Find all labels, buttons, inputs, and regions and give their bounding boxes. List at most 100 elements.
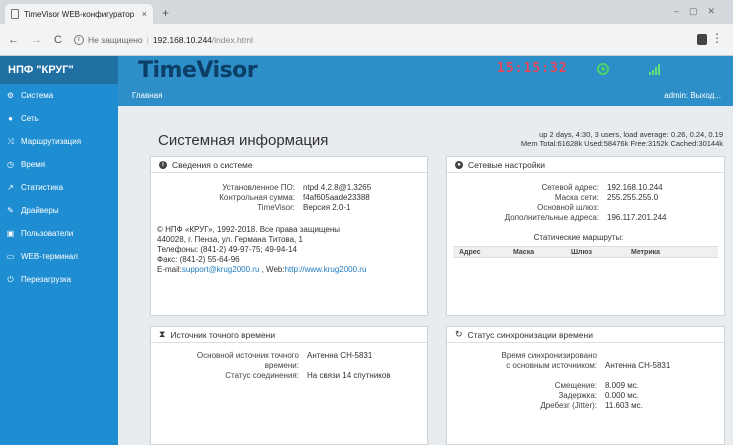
network-row: Сетевой адрес: 192.168.10.244 — [541, 183, 663, 192]
info-row: TimeVisor: Версия 2.0-1 — [257, 203, 351, 212]
sidebar-item-network[interactable]: ● Сеть — [0, 107, 118, 130]
url-field[interactable]: i Не защищено | 192.168.10.244/index.htm… — [73, 34, 254, 45]
website-link[interactable]: http://www.krug2000.ru — [285, 265, 367, 274]
panel-title: Статус синхронизации времени — [467, 329, 593, 340]
sidebar-item-time[interactable]: ◷ Время — [0, 153, 118, 176]
main-content: Системная информация up 2 days, 4:30, 3 … — [118, 106, 733, 445]
wrench-icon: ✎ — [7, 206, 14, 215]
sync-row: Дребезг (Jitter): 11.603 мс. — [540, 401, 643, 410]
chart-icon: ↗ — [7, 183, 14, 192]
sync-row: Задержка: 0.000 мс. — [558, 391, 639, 400]
address-bar: ← → C i Не защищено | 192.168.10.244/ind… — [0, 24, 733, 56]
panel-title: Сетевые настройки — [468, 159, 546, 170]
browser-tab-bar: TimeVisor WEB-конфигуратор × + –▢✕ — [0, 0, 733, 24]
routes-table-header: Адрес Маска Шлюз Метрика — [453, 246, 718, 258]
sidebar-item-label: Сеть — [21, 114, 39, 123]
sidebar-item-users[interactable]: ▣ Пользователи — [0, 222, 118, 245]
sidebar-item-system[interactable]: ⚙ Система — [0, 84, 118, 107]
column-metric: Метрика — [631, 248, 661, 256]
power-icon: ⏻ — [7, 274, 14, 284]
app-header: НПФ "КРУГ" TimeVisor 15:15:32 — [0, 56, 733, 84]
sidebar-item-label: Пользователи — [21, 229, 74, 238]
uptime-line: up 2 days, 4:30, 3 users, load average: … — [539, 130, 723, 139]
signal-strength-icon — [649, 64, 660, 75]
browser-tab[interactable]: TimeVisor WEB-конфигуратор × — [5, 4, 153, 24]
clock-icon: ◷ — [7, 160, 14, 169]
url-separator: | — [146, 34, 149, 45]
reload-button[interactable]: C — [54, 34, 62, 46]
network-row: Основной шлюз: — [537, 203, 599, 212]
refresh-icon: ↻ — [455, 329, 463, 339]
insecure-label: Не защищено — [87, 34, 143, 45]
browser-menu-button[interactable]: ⋮ — [711, 31, 723, 45]
sidebar-item-reboot[interactable]: ⏻ Перезагрузка — [0, 268, 118, 291]
sidebar: ⚙ Система ● Сеть ⤨ Маршрутизация ◷ Время ↗ Ст… — [0, 84, 118, 445]
timevisor-logo: TimeVisor — [138, 57, 258, 83]
tab-title: TimeVisor WEB-конфигуратор — [24, 9, 135, 19]
url-host: 192.168.10.244 — [152, 34, 212, 45]
panel-header: ● Сетевые настройки — [447, 157, 724, 173]
memory-line: Mem Total:61628k Used:58476k Free:3152k … — [520, 139, 723, 148]
routes-label: Статические маршруты: — [533, 233, 624, 242]
sync-row: Смещение: 8.009 мс. — [554, 381, 639, 390]
forward-button[interactable]: → — [31, 34, 42, 46]
sync-status-panel: ↻ Статус синхронизации времени Время син… — [446, 326, 725, 445]
copyright-text: © НПФ «КРУГ», 1992-2018. Все права защищ… — [157, 225, 341, 234]
network-row: Маска сети: 255.255.255.0 — [554, 193, 659, 202]
phone-text: Телефоны: (841-2) 49-97-75; 49-94-14 — [157, 245, 297, 254]
back-button[interactable]: ← — [8, 34, 19, 46]
sidebar-item-label: Маршрутизация — [21, 137, 82, 146]
hourglass-icon: ⧗ — [159, 329, 166, 339]
sidebar-item-drivers[interactable]: ✎ Драйверы — [0, 199, 118, 222]
extension-icon[interactable] — [697, 34, 707, 45]
gps-status-icon — [597, 63, 609, 75]
sidebar-item-statistics[interactable]: ↗ Статистика — [0, 176, 118, 199]
sidebar-item-label: Система — [21, 91, 54, 100]
contacts-line: E-mail:support@krug2000.ru , Web:http://… — [157, 265, 367, 274]
column-mask: Маска — [513, 248, 535, 256]
url-path: /index.html — [211, 34, 254, 45]
panel-header: ↻ Статус синхронизации времени — [447, 327, 724, 343]
company-info: © НПФ «КРУГ», 1992-2018. Все права защищ… — [151, 225, 427, 275]
network-row: Дополнительные адреса: 196.117.201.244 — [504, 213, 667, 222]
id-card-icon: ▣ — [6, 229, 15, 238]
info-icon[interactable]: i — [73, 34, 84, 45]
info-row: Контрольная сумма: f4af605aade23388 — [219, 193, 370, 202]
laptop-icon: ▭ — [6, 252, 15, 261]
sync-row: Время синхронизировано с основным источн… — [501, 351, 671, 370]
info-icon: i — [159, 160, 167, 169]
source-row: Статус соединения: На связи 14 спутников — [225, 371, 391, 380]
sidebar-item-label: Статистика — [21, 183, 64, 192]
sidebar-item-label: WEB-терминал — [21, 252, 78, 261]
sidebar-item-label: Перезагрузка — [21, 275, 72, 284]
sidebar-item-label: Драйверы — [21, 206, 59, 215]
panel-title: Сведения о системе — [172, 159, 253, 170]
column-address: Адрес — [459, 248, 481, 256]
email-link[interactable]: support@krug2000.ru — [182, 265, 260, 274]
sidebar-item-routing[interactable]: ⤨ Маршрутизация — [0, 130, 118, 153]
breadcrumb-home[interactable]: Главная — [132, 91, 162, 100]
window-controls[interactable]: –▢✕ — [674, 6, 725, 17]
system-status: up 2 days, 4:30, 3 users, load average: … — [521, 130, 723, 148]
logout-link[interactable]: Выход... — [690, 91, 721, 100]
panel-title: Источник точного времени — [170, 329, 276, 340]
globe-icon: ● — [455, 160, 463, 169]
new-tab-button[interactable]: + — [162, 6, 169, 20]
column-gateway: Шлюз — [571, 248, 592, 256]
user-label: admin: — [664, 90, 689, 100]
brand-name: НПФ "КРУГ" — [0, 56, 118, 84]
clock-display: 15:15:32 — [497, 61, 568, 76]
globe-icon: ● — [8, 114, 13, 123]
sidebar-item-web-terminal[interactable]: ▭ WEB-терминал — [0, 245, 118, 268]
shuffle-icon: ⤨ — [7, 136, 14, 146]
address-text: 440028, г. Пенза, ул. Германа Титова, 1 — [157, 235, 303, 244]
panel-header: ⧗ Источник точного времени — [151, 327, 427, 343]
source-row: Основной источник точного времени: Антенн… — [196, 351, 373, 370]
time-source-panel: ⧗ Источник точного времени Основной исто… — [150, 326, 428, 445]
tab-close-button[interactable]: × — [142, 9, 147, 19]
panel-header: i Сведения о системе — [151, 157, 427, 173]
sidebar-item-label: Время — [21, 160, 46, 169]
info-row: Установленное ПО: ntpd 4.2.8@1.3265 — [222, 183, 372, 192]
network-settings-panel: ● Сетевые настройки Сетевой адрес: 192.16… — [446, 156, 725, 316]
page-title: Системная информация — [158, 132, 329, 149]
